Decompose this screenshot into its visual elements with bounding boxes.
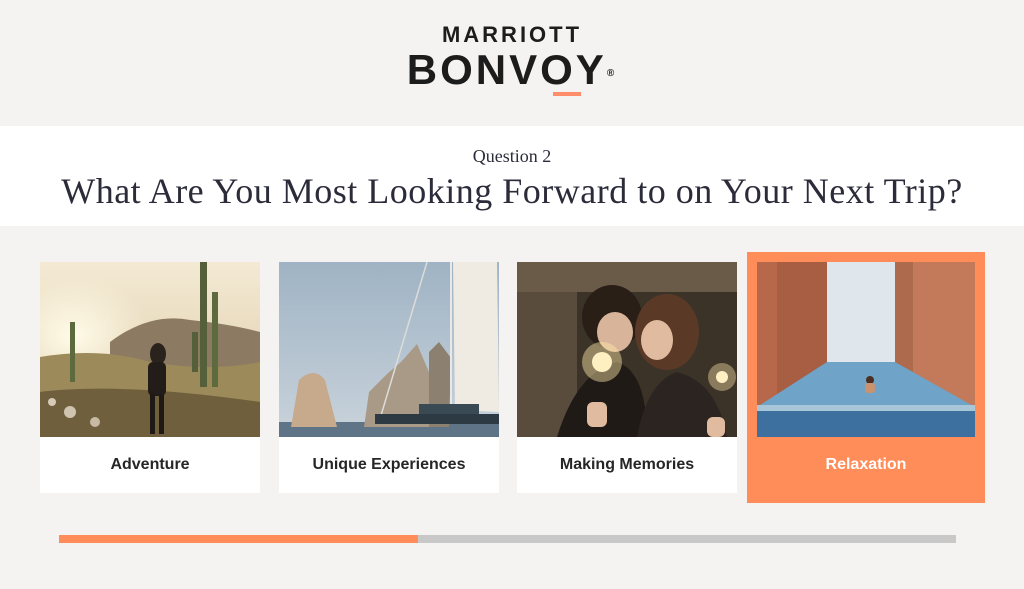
logo-line-bonvoy: BONVOY® bbox=[406, 46, 618, 96]
logo-bonvoy-text: BONVOY bbox=[406, 46, 607, 93]
infinity-pool-image bbox=[757, 262, 975, 437]
sailboat-rocks-image bbox=[279, 262, 499, 437]
option-label: Unique Experiences bbox=[312, 456, 466, 473]
question-number: Question 2 bbox=[472, 146, 552, 166]
desert-hiker-image bbox=[40, 262, 260, 437]
progress-bar bbox=[59, 535, 956, 543]
header: MARRIOTT BONVOY® bbox=[0, 0, 1024, 126]
option-card-unique-experiences[interactable]: Unique Experiences bbox=[279, 262, 499, 493]
option-card-relaxation[interactable]: Relaxation bbox=[747, 252, 985, 503]
registered-mark: ® bbox=[606, 68, 618, 79]
option-label: Adventure bbox=[110, 456, 190, 473]
question-band: Question 2 What Are You Most Looking For… bbox=[0, 126, 1024, 226]
option-card-adventure[interactable]: Adventure bbox=[40, 262, 260, 493]
marriott-bonvoy-logo: MARRIOTT BONVOY® bbox=[0, 22, 1024, 96]
option-label: Making Memories bbox=[559, 456, 695, 473]
logo-accent-underline bbox=[552, 92, 581, 96]
couple-sparklers-image bbox=[517, 262, 737, 437]
progress-bar-fill bbox=[59, 535, 418, 543]
logo-line-marriott: MARRIOTT bbox=[441, 22, 583, 47]
option-card-making-memories[interactable]: Making Memories bbox=[517, 262, 737, 493]
question-title: What Are You Most Looking Forward to on … bbox=[61, 171, 963, 211]
option-label: Relaxation bbox=[825, 456, 907, 473]
